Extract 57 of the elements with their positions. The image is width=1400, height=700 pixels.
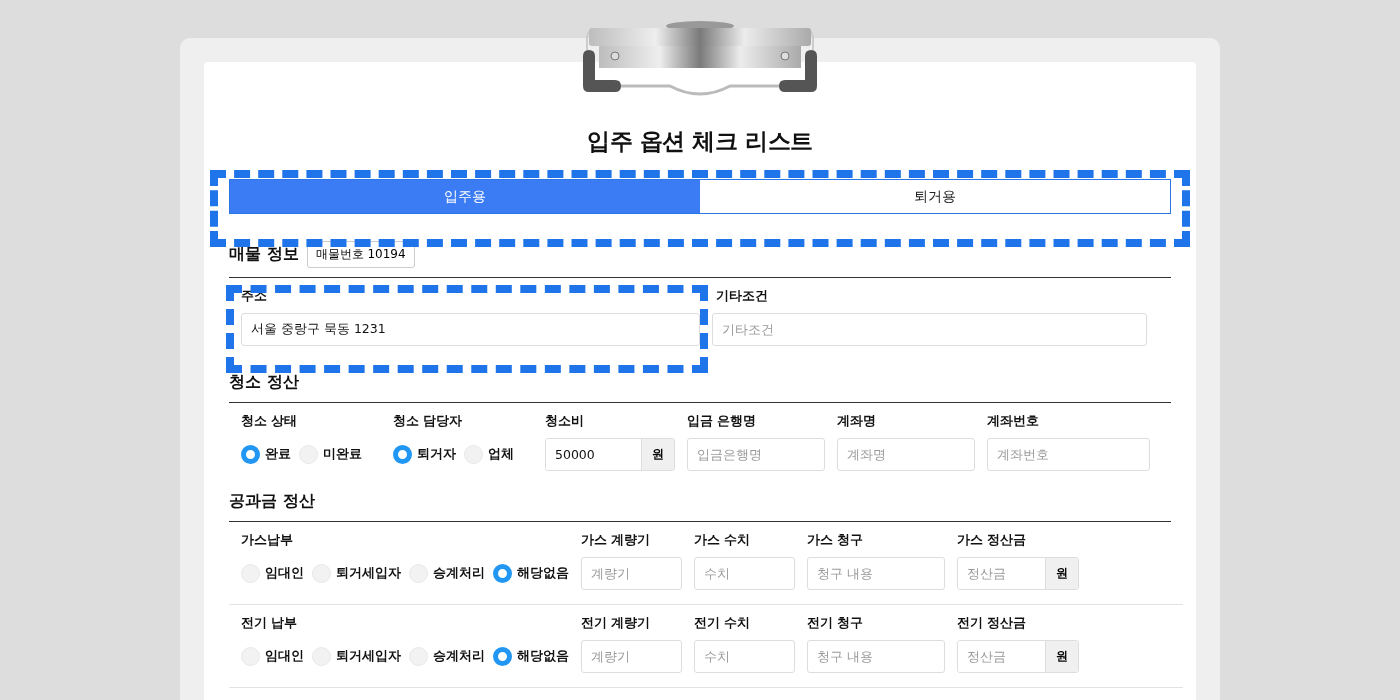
input-field[interactable]: 계좌번호	[987, 438, 1150, 471]
tab[interactable]: 입주용	[230, 180, 700, 213]
radio-label: 해당없음	[517, 565, 569, 582]
amount-field[interactable]: 50000 원	[545, 438, 675, 471]
input-field[interactable]: 수치	[694, 557, 795, 590]
amount-field[interactable]: 정산금 원	[957, 640, 1079, 673]
input-field[interactable]: 청구 내용	[807, 557, 945, 590]
property-number-tag: 매물번호 10194	[306, 241, 415, 268]
input-field[interactable]: 기타조건	[712, 313, 1147, 346]
radio-button[interactable]	[493, 647, 512, 666]
field-label: 전기 수치	[694, 615, 751, 631]
input-field[interactable]: 계량기	[581, 557, 682, 590]
input-field[interactable]: 청구 내용	[807, 640, 945, 673]
radio-label: 완료	[265, 446, 291, 463]
field-label: 입금 은행명	[687, 413, 757, 429]
field-label: 가스 정산금	[957, 532, 1027, 548]
field-label: 전기 정산금	[957, 615, 1027, 631]
amount-field[interactable]: 정산금 원	[957, 557, 1079, 590]
radio-label: 임대인	[265, 648, 304, 665]
input-field[interactable]: 계좌명	[837, 438, 975, 471]
radio-label: 해당없음	[517, 648, 569, 665]
input-field[interactable]: 계량기	[581, 640, 682, 673]
field-label: 계좌번호	[987, 413, 1039, 429]
radio-button[interactable]	[493, 564, 512, 583]
section-title: 매물 정보	[229, 244, 299, 265]
radio-label: 퇴거자	[417, 446, 456, 463]
field-label: 주소	[241, 288, 267, 304]
field-label: 전기 납부	[241, 615, 298, 631]
field-label: 전기 계량기	[581, 615, 651, 631]
input-field[interactable]: 입금은행명	[687, 438, 825, 471]
radio-label: 승계처리	[433, 565, 485, 582]
radio-label: 임대인	[265, 565, 304, 582]
radio-label: 퇴거세입자	[336, 565, 401, 582]
section-title: 공과금 정산	[229, 491, 315, 512]
field-label: 계좌명	[837, 413, 876, 429]
radio-button[interactable]	[393, 445, 412, 464]
field-label: 청소 담당자	[393, 413, 463, 429]
radio-label: 승계처리	[433, 648, 485, 665]
radio-label: 업체	[488, 446, 514, 463]
field-label: 전기 청구	[807, 615, 864, 631]
field-label: 가스 수치	[694, 532, 751, 548]
radio-button[interactable]	[241, 445, 260, 464]
unit-label: 원	[641, 439, 674, 470]
field-label: 청소 상태	[241, 413, 298, 429]
input-field[interactable]: 수치	[694, 640, 795, 673]
radio-label: 퇴거세입자	[336, 648, 401, 665]
page-title: 입주 옵션 체크 리스트	[586, 127, 814, 156]
input-field[interactable]: 서울 중랑구 묵동 1231	[241, 313, 700, 346]
unit-label: 원	[1045, 641, 1078, 672]
field-label: 청소비	[545, 413, 584, 429]
field-label: 가스납부	[241, 532, 293, 548]
field-label: 가스 계량기	[581, 532, 651, 548]
section-title: 청소 정산	[229, 372, 299, 393]
unit-label: 원	[1045, 558, 1078, 589]
field-label: 가스 청구	[807, 532, 864, 548]
field-label: 기타조건	[715, 288, 768, 304]
radio-label: 미완료	[323, 446, 362, 463]
